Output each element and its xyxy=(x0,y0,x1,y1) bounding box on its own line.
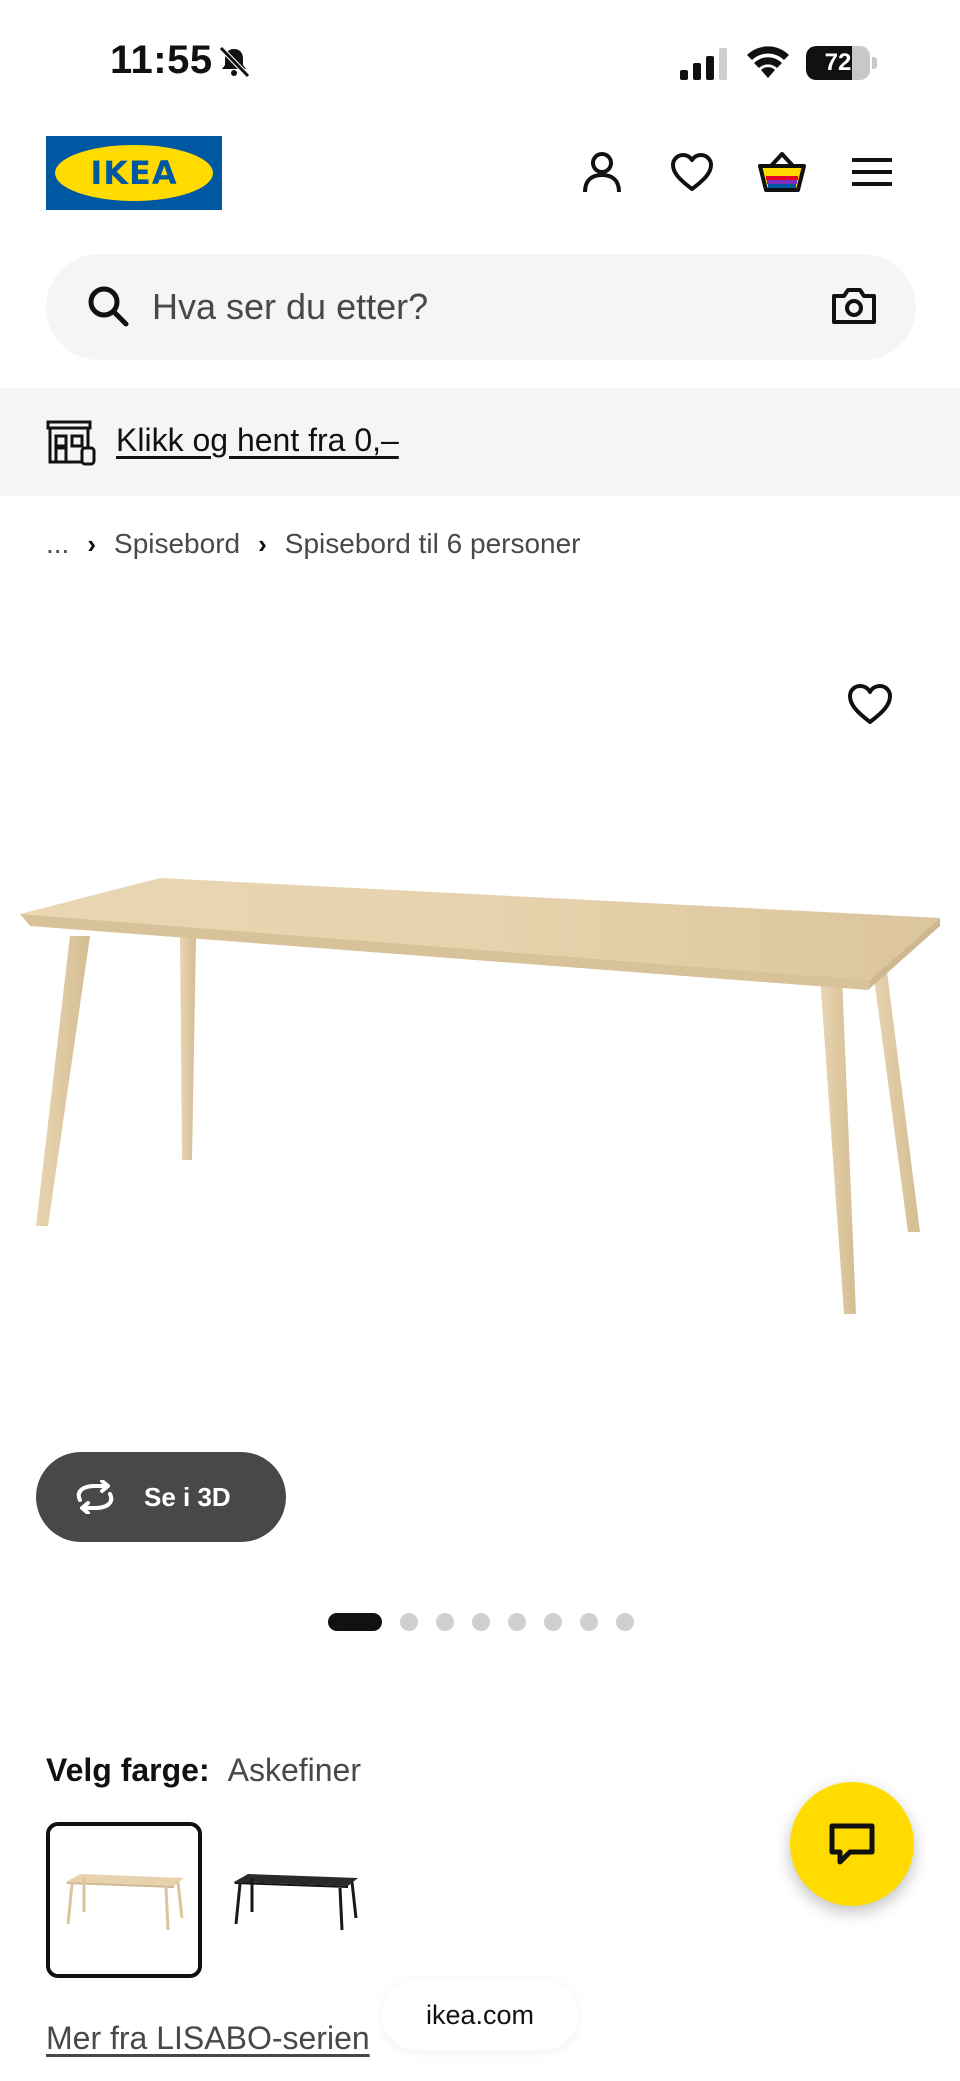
basket-button[interactable] xyxy=(756,146,808,198)
bell-muted-icon xyxy=(219,46,250,78)
breadcrumb-item-tables-6-persons[interactable]: Spisebord til 6 personer xyxy=(285,528,581,560)
table-thumbnail-ash xyxy=(66,1874,184,1931)
search-icon xyxy=(88,286,129,327)
store-pickup-icon xyxy=(46,420,96,466)
product-image[interactable] xyxy=(0,840,960,1360)
status-time: 11:55 xyxy=(110,38,213,82)
wifi-icon xyxy=(747,46,789,78)
color-swatch-black[interactable] xyxy=(218,1822,374,1978)
battery-percent: 72 xyxy=(824,49,852,76)
ikea-logo[interactable]: IKEA xyxy=(46,136,222,210)
menu-icon xyxy=(852,158,892,186)
click-and-collect-banner: Klikk og hent fra 0,– xyxy=(0,388,960,496)
rotate-3d-icon xyxy=(76,1480,114,1514)
cellular-signal-icon xyxy=(680,48,727,80)
battery-indicator: 72 xyxy=(806,46,877,80)
more-from-series-link[interactable]: Mer fra LISABO-serien xyxy=(46,2020,370,2057)
account-icon xyxy=(583,152,621,193)
gallery-dot[interactable] xyxy=(400,1613,418,1631)
gallery-dot[interactable] xyxy=(580,1613,598,1631)
gallery-dot[interactable] xyxy=(472,1613,490,1631)
status-bar: 11:55 72 xyxy=(0,0,960,130)
basket-icon xyxy=(758,152,806,192)
breadcrumb-ellipsis[interactable]: ... xyxy=(46,528,69,560)
gallery-dot[interactable] xyxy=(328,1613,382,1631)
chat-button[interactable] xyxy=(790,1782,914,1906)
gallery-dot[interactable] xyxy=(436,1613,454,1631)
menu-button[interactable] xyxy=(846,146,898,198)
click-and-collect-link[interactable]: Klikk og hent fra 0,– xyxy=(116,422,399,459)
heart-icon xyxy=(671,153,713,191)
account-button[interactable] xyxy=(576,146,628,198)
table-thumbnail-black xyxy=(234,1874,358,1931)
search-input[interactable] xyxy=(152,254,772,360)
view-in-3d-button[interactable]: Se i 3D xyxy=(36,1452,286,1542)
search-bar[interactable] xyxy=(46,254,916,360)
breadcrumb-item-dining-tables[interactable]: Spisebord xyxy=(114,528,240,560)
gallery-pagination xyxy=(328,1612,652,1632)
color-label: Velg farge: xyxy=(46,1752,210,1788)
add-to-favourites-heart-icon[interactable] xyxy=(846,682,894,726)
gallery-dot[interactable] xyxy=(616,1613,634,1631)
gallery-dot[interactable] xyxy=(544,1613,562,1631)
camera-icon[interactable] xyxy=(830,282,878,330)
favourites-button[interactable] xyxy=(666,146,718,198)
browser-url-pill[interactable]: ikea.com xyxy=(382,1980,578,2050)
chevron-right-icon: › xyxy=(87,528,97,559)
gallery-dot[interactable] xyxy=(508,1613,526,1631)
chat-bubble-icon xyxy=(829,1823,875,1865)
logo-text: IKEA xyxy=(90,154,178,192)
color-selector-heading: Velg farge: Askefiner xyxy=(46,1752,361,1789)
color-swatch-ash-veneer[interactable] xyxy=(46,1822,202,1978)
view-in-3d-label: Se i 3D xyxy=(144,1481,231,1512)
color-value: Askefiner xyxy=(227,1752,361,1788)
chevron-right-icon: › xyxy=(258,528,267,559)
breadcrumb: ... › Spisebord › Spisebord til 6 person… xyxy=(46,526,581,562)
